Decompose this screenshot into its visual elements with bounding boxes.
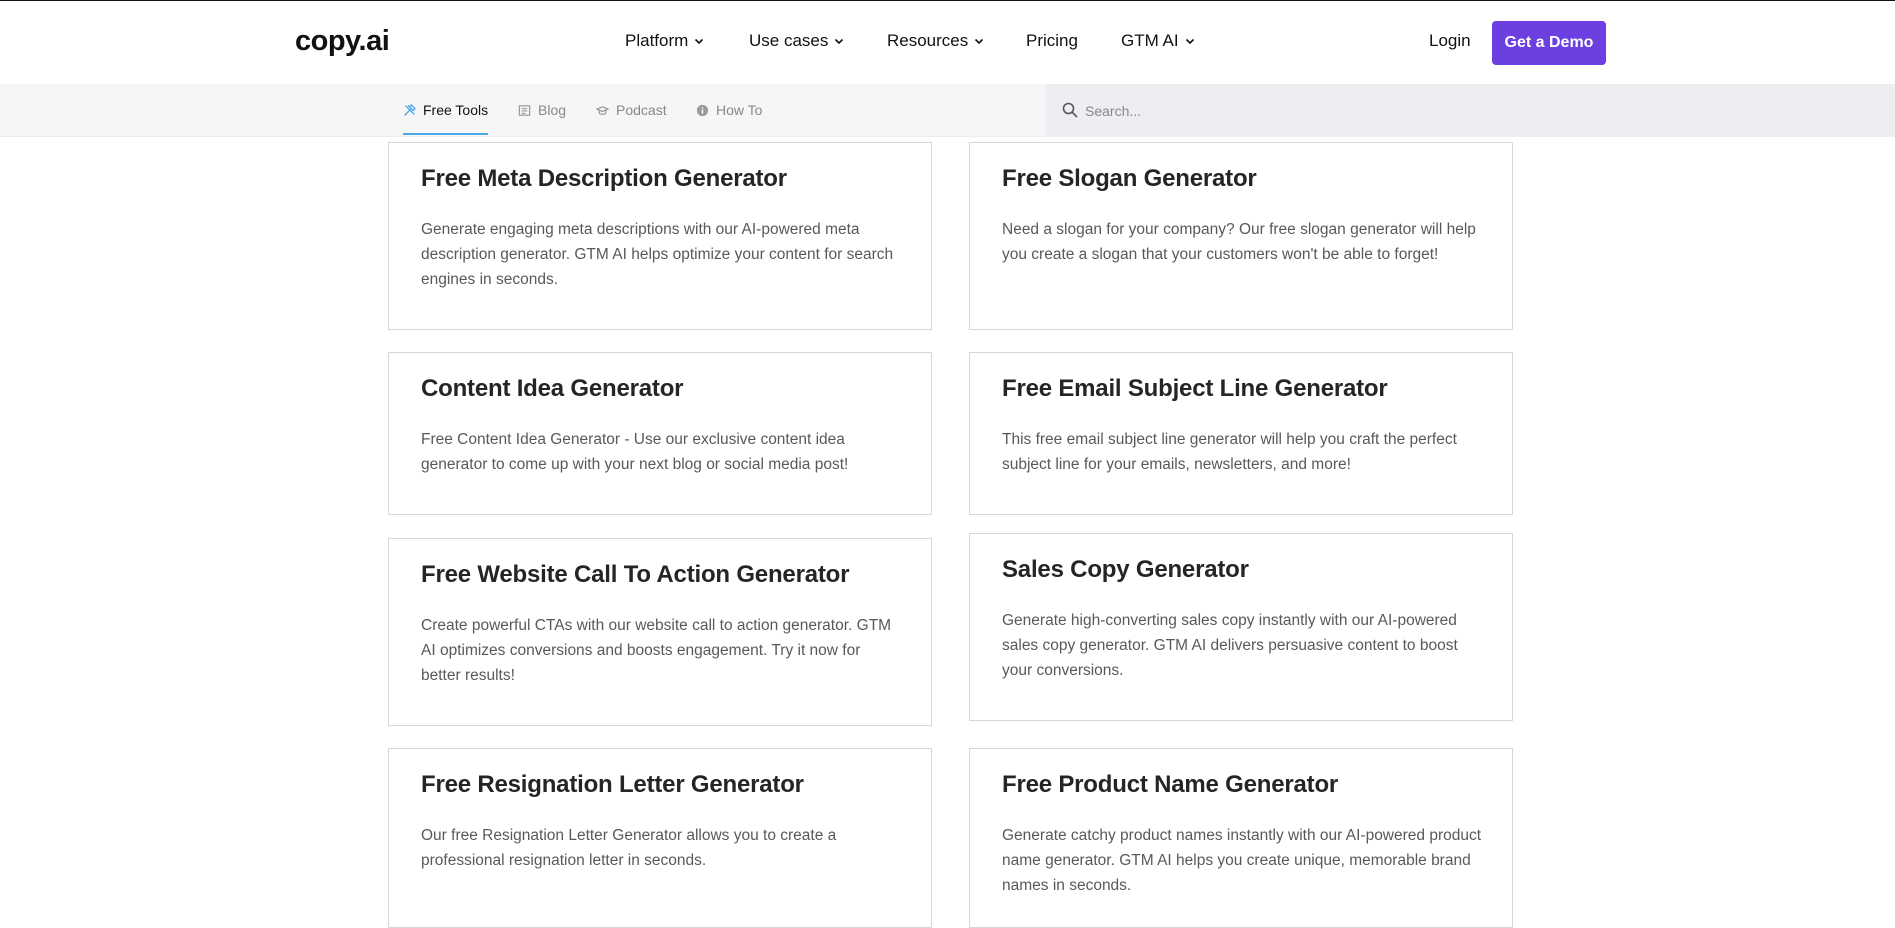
tab-free-tools[interactable]: Free Tools <box>403 84 489 137</box>
tab-free-tools-label: Free Tools <box>423 102 489 118</box>
nav-use-cases-label: Use cases <box>749 31 829 50</box>
tool-card-description: Generate engaging meta descriptions with… <box>421 221 894 288</box>
tool-card-title: Free Resignation Letter Generator <box>421 771 804 798</box>
chevron-down-icon <box>695 38 704 45</box>
tool-card-description: Create powerful CTAs with our website ca… <box>421 617 892 684</box>
nav-pricing[interactable]: Pricing <box>1026 31 1078 51</box>
tool-card-title: Sales Copy Generator <box>1002 556 1249 583</box>
tool-card[interactable]: Free Product Name Generator Generate cat… <box>969 748 1513 928</box>
tab-blog-label: Blog <box>538 102 567 118</box>
tab-podcast[interactable]: Podcast <box>596 84 667 137</box>
chevron-down-icon <box>1185 38 1194 45</box>
tool-card-title: Free Slogan Generator <box>1002 165 1257 192</box>
search-icon <box>1062 102 1078 118</box>
nav-platform-label: Platform <box>625 31 689 50</box>
nav-resources-label: Resources <box>887 31 969 50</box>
copyai-logo[interactable]: copy.ai <box>295 25 390 58</box>
tool-card-title: Free Product Name Generator <box>1002 771 1339 798</box>
tab-how-to-label: How To <box>716 102 763 118</box>
podcast-icon <box>596 106 609 115</box>
tool-card[interactable]: Free Slogan Generator Need a slogan for … <box>969 142 1513 330</box>
tool-card-description: Need a slogan for your company? Our free… <box>1002 221 1476 263</box>
tab-how-to[interactable]: How To <box>696 84 762 137</box>
nav-gtm-ai[interactable]: GTM AI <box>1121 31 1196 51</box>
tool-card-description: Generate catchy product names instantly … <box>1002 827 1482 894</box>
tool-card[interactable]: Free Website Call To Action Generator Cr… <box>388 538 932 726</box>
nav-gtm-ai-label: GTM AI <box>1121 31 1179 50</box>
chevron-down-icon <box>835 38 844 45</box>
tool-card-description: This free email subject line generator w… <box>1002 431 1457 473</box>
tool-card[interactable]: Free Meta Description Generator Generate… <box>388 142 932 330</box>
login-link[interactable]: Login <box>1429 31 1471 51</box>
resource-subnav: Free Tools Blog Podcast How To <box>0 84 1895 137</box>
search-input[interactable] <box>1085 84 1865 137</box>
get-a-demo-button[interactable]: Get a Demo <box>1492 21 1606 65</box>
newspaper-icon <box>518 105 531 116</box>
tool-card[interactable]: Content Idea Generator Free Content Idea… <box>388 352 932 515</box>
nav-use-cases[interactable]: Use cases <box>749 31 845 51</box>
tool-card[interactable]: Sales Copy Generator Generate high-conve… <box>969 533 1513 721</box>
tool-card-title: Free Meta Description Generator <box>421 165 787 192</box>
nav-platform[interactable]: Platform <box>625 31 705 51</box>
tool-card-title: Free Email Subject Line Generator <box>1002 375 1388 402</box>
tool-card[interactable]: Free Resignation Letter Generator Our fr… <box>388 748 932 928</box>
tool-card-description: Our free Resignation Letter Generator al… <box>421 827 837 869</box>
tool-card-title: Content Idea Generator <box>421 375 684 402</box>
info-icon <box>696 104 709 117</box>
tool-card[interactable]: Free Email Subject Line Generator This f… <box>969 352 1513 515</box>
tools-icon <box>404 104 416 116</box>
tab-podcast-label: Podcast <box>616 102 667 118</box>
tab-blog[interactable]: Blog <box>518 84 566 137</box>
tool-card-title: Free Website Call To Action Generator <box>421 561 850 588</box>
nav-pricing-label: Pricing <box>1026 31 1078 50</box>
tool-card-description: Generate high-converting sales copy inst… <box>1002 612 1458 679</box>
search-bar <box>1045 84 1895 137</box>
nav-resources[interactable]: Resources <box>887 31 985 51</box>
site-header: copy.ai Platform Use cases Resources Pri… <box>0 0 1895 84</box>
chevron-down-icon <box>975 38 984 45</box>
tool-card-description: Free Content Idea Generator - Use our ex… <box>421 431 849 473</box>
